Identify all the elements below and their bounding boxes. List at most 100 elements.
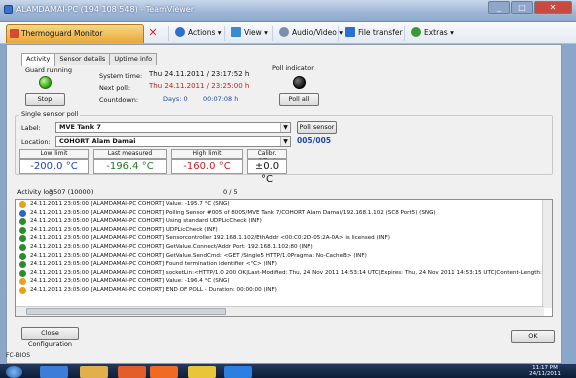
system-time-label: System time: bbox=[99, 72, 143, 80]
clock-date: 24/11/2011 bbox=[529, 371, 561, 377]
log-status-icon bbox=[19, 278, 26, 286]
countdown-label: Countdown: bbox=[99, 96, 139, 104]
offset-header: Calibr. Offset bbox=[247, 149, 287, 165]
poll-sensor-button[interactable]: Poll sensor bbox=[297, 121, 337, 134]
offset-value: ±0.0 °C bbox=[247, 159, 287, 185]
chevron-down-icon: ▼ bbox=[280, 137, 290, 146]
log-entry[interactable]: 24.11.2011 23:05:00 [ALAMDAMAI-PC COHORT… bbox=[16, 243, 552, 252]
sensor-count: 005/005 bbox=[297, 136, 332, 145]
thermoguard-icon bbox=[10, 29, 19, 38]
clock[interactable]: 11:17 PM 24/11/2011 bbox=[520, 365, 570, 377]
label-label: Label: bbox=[21, 124, 41, 132]
extras-icon bbox=[411, 27, 421, 37]
log-entry[interactable]: 24.11.2011 23:05:00 [ALAMDAMAI-PC COHORT… bbox=[16, 234, 552, 243]
log-entry[interactable]: 24.11.2011 23:05:00 [ALAMDAMAI-PC COHORT… bbox=[16, 200, 552, 209]
thermoguard-tab-label: Thermoguard Monitor bbox=[21, 29, 103, 38]
countdown-time: 00:07:08 h bbox=[203, 95, 239, 103]
window-title: ALAMDAMAI-PC (194 108 548) - TeamViewer bbox=[16, 5, 195, 14]
log-entry[interactable]: 24.11.2011 23:05:00 [ALAMDAMAI-PC COHORT… bbox=[16, 260, 552, 269]
guard-running-label: Guard running bbox=[25, 66, 72, 74]
system-time-value: Thu 24.11.2011 / 23:17:52 h bbox=[149, 70, 250, 78]
log-entry-text: 24.11.2011 23:05:00 [ALAMDAMAI-PC COHORT… bbox=[30, 278, 230, 285]
extras-menu[interactable]: Extras ▾ bbox=[404, 26, 454, 41]
log-page: 0 / 5 bbox=[223, 188, 238, 196]
teamviewer-toolbar: Thermoguard Monitor ✕ Actions ▾ View ▾ A… bbox=[0, 22, 576, 44]
minimize-button[interactable]: _ bbox=[488, 1, 510, 14]
log-entry-text: 24.11.2011 23:05:00 [ALAMDAMAI-PC COHORT… bbox=[30, 201, 230, 207]
close-session-icon[interactable]: ✕ bbox=[146, 26, 160, 40]
scroll-thumb[interactable] bbox=[26, 308, 226, 315]
main-tabs: Activity Sensor details Uptime info bbox=[21, 53, 158, 66]
audio-video-icon bbox=[279, 27, 289, 37]
log-vertical-scrollbar[interactable] bbox=[542, 200, 552, 308]
high-limit-header: High limit bbox=[171, 149, 243, 159]
start-orb-icon[interactable] bbox=[6, 366, 22, 378]
location-value: COHORT Alam Damai bbox=[59, 137, 136, 145]
thermoguard-tab[interactable]: Thermoguard Monitor bbox=[6, 24, 144, 43]
chart-taskbar-icon[interactable] bbox=[188, 366, 216, 378]
audio-video-label: Audio/Video ▾ bbox=[292, 28, 344, 37]
sensor-label-select[interactable]: MVE Tank 7 ▼ bbox=[55, 122, 291, 133]
file-transfer-button[interactable]: File transfer bbox=[338, 26, 403, 41]
tab-sensor-details[interactable]: Sensor details bbox=[54, 53, 111, 65]
file-transfer-label: File transfer bbox=[358, 28, 403, 37]
high-limit-value: -160.0 °C bbox=[171, 159, 243, 174]
stop-button[interactable]: Stop bbox=[25, 93, 65, 106]
activity-log-label: Activity log bbox=[17, 188, 54, 196]
low-limit-value: -200.0 °C bbox=[19, 159, 89, 174]
log-entry-text: 24.11.2011 23:05:00 [ALAMDAMAI-PC COHORT… bbox=[30, 226, 218, 233]
media-taskbar-icon[interactable] bbox=[118, 366, 146, 378]
activity-log-list[interactable]: 24.11.2011 23:05:00 [ALAMDAMAI-PC COHORT… bbox=[15, 199, 553, 317]
view-icon bbox=[231, 27, 241, 37]
audio-video-menu[interactable]: Audio/Video ▾ bbox=[272, 26, 343, 41]
explorer-taskbar-icon[interactable] bbox=[80, 366, 108, 378]
close-window-button[interactable]: ✕ bbox=[534, 1, 572, 14]
actions-icon bbox=[175, 27, 185, 37]
location-select[interactable]: COHORT Alam Damai ▼ bbox=[55, 136, 291, 147]
log-entry[interactable]: 24.11.2011 23:05:00 [ALAMDAMAI-PC COHORT… bbox=[16, 286, 552, 295]
log-status-icon bbox=[19, 243, 26, 251]
teamviewer-icon bbox=[4, 5, 13, 14]
windows-taskbar: 11:17 PM 24/11/2011 bbox=[0, 364, 576, 378]
log-horizontal-scrollbar[interactable] bbox=[16, 306, 544, 316]
log-entry[interactable]: 24.11.2011 23:05:00 [ALAMDAMAI-PC COHORT… bbox=[16, 226, 552, 235]
tab-activity[interactable]: Activity bbox=[21, 53, 56, 66]
ok-button[interactable]: OK bbox=[511, 330, 555, 343]
view-menu[interactable]: View ▾ bbox=[224, 26, 268, 41]
tab-uptime-info[interactable]: Uptime info bbox=[109, 53, 158, 65]
log-status-icon bbox=[19, 218, 26, 226]
log-status-icon bbox=[19, 201, 26, 208]
log-status-icon bbox=[19, 209, 26, 217]
log-status-icon bbox=[19, 226, 26, 234]
extras-label: Extras ▾ bbox=[424, 28, 454, 37]
log-status-icon bbox=[19, 261, 26, 269]
poll-indicator-led bbox=[293, 76, 306, 89]
log-status-icon bbox=[19, 269, 26, 277]
log-entry-text: 24.11.2011 23:05:00 [ALAMDAMAI-PC COHORT… bbox=[30, 269, 553, 276]
log-entry-text: 24.11.2011 23:05:00 [ALAMDAMAI-PC COHORT… bbox=[30, 209, 436, 216]
poll-all-button[interactable]: Poll all bbox=[279, 93, 319, 106]
thermoguard-taskbar-icon[interactable] bbox=[150, 366, 178, 378]
log-entry[interactable]: 24.11.2011 23:05:00 [ALAMDAMAI-PC COHORT… bbox=[16, 217, 552, 226]
countdown-days: Days: 0 bbox=[163, 95, 188, 103]
log-entry[interactable]: 24.11.2011 23:05:00 [ALAMDAMAI-PC COHORT… bbox=[16, 209, 552, 218]
footer-label: FC-BIOS bbox=[6, 352, 31, 359]
teamviewer-taskbar-icon[interactable] bbox=[224, 366, 252, 378]
activity-log-count: 3507 (10000) bbox=[49, 188, 94, 196]
log-entry[interactable]: 24.11.2011 23:05:00 [ALAMDAMAI-PC COHORT… bbox=[16, 277, 552, 286]
log-status-icon bbox=[19, 286, 26, 294]
file-transfer-icon bbox=[345, 27, 355, 37]
chevron-down-icon: ▼ bbox=[280, 123, 290, 132]
close-configuration-button[interactable]: Close Configuration bbox=[21, 327, 79, 348]
log-entry-text: 24.11.2011 23:05:00 [ALAMDAMAI-PC COHORT… bbox=[30, 286, 277, 293]
location-label: Location: bbox=[21, 138, 51, 146]
actions-menu[interactable]: Actions ▾ bbox=[168, 26, 222, 41]
view-label: View ▾ bbox=[244, 28, 268, 37]
next-poll-label: Next poll: bbox=[99, 84, 131, 92]
log-entry-text: 24.11.2011 23:05:00 [ALAMDAMAI-PC COHORT… bbox=[30, 252, 367, 259]
log-entry[interactable]: 24.11.2011 23:05:00 [ALAMDAMAI-PC COHORT… bbox=[16, 252, 552, 261]
log-entry[interactable]: 24.11.2011 23:05:00 [ALAMDAMAI-PC COHORT… bbox=[16, 269, 552, 278]
ie-taskbar-icon[interactable] bbox=[40, 366, 68, 378]
sensor-label-value: MVE Tank 7 bbox=[59, 123, 101, 131]
maximize-button[interactable]: □ bbox=[511, 1, 533, 14]
